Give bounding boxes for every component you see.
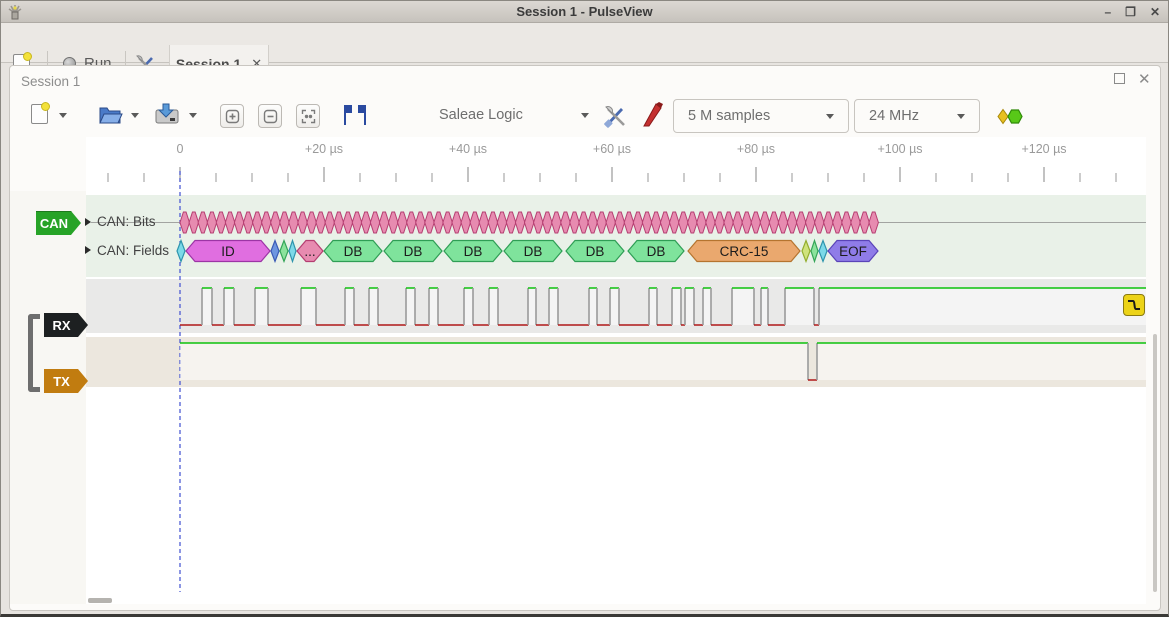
expander-can-bits[interactable] bbox=[85, 218, 91, 226]
zoom-fit-button[interactable] bbox=[296, 104, 320, 128]
dock-float-button[interactable] bbox=[1114, 73, 1125, 84]
device-dropdown-caret[interactable] bbox=[581, 113, 589, 118]
save-dropdown-caret[interactable] bbox=[189, 113, 197, 118]
new-session-file-button[interactable] bbox=[31, 104, 48, 124]
vertical-scrollbar[interactable] bbox=[1153, 334, 1157, 592]
zoom-out-button[interactable] bbox=[258, 104, 282, 128]
decoder-tag-label: CAN bbox=[40, 216, 68, 231]
window-title: Session 1 - PulseView bbox=[1, 4, 1168, 19]
trigger-probe-icon[interactable] bbox=[641, 102, 665, 128]
sample-count-value: 5 M samples bbox=[688, 108, 770, 124]
minimize-button[interactable]: – bbox=[1104, 5, 1111, 19]
trigger-marker-falling-edge-icon[interactable] bbox=[1123, 294, 1145, 316]
zoom-in-button[interactable] bbox=[220, 104, 244, 128]
title-bar[interactable]: Session 1 - PulseView – ❒ ✕ bbox=[1, 1, 1168, 23]
trace-label-column bbox=[10, 191, 86, 604]
main-toolbar: Run Session 1 ✕ bbox=[1, 23, 1168, 63]
row-label-can-bits[interactable]: CAN: Bits bbox=[97, 214, 156, 229]
decoder-band bbox=[86, 195, 1146, 277]
new-file-icon bbox=[31, 104, 48, 124]
show-cursors-button[interactable] bbox=[341, 104, 369, 126]
close-button[interactable]: ✕ bbox=[1150, 5, 1160, 19]
open-dropdown-caret[interactable] bbox=[131, 113, 139, 118]
device-config-icon[interactable] bbox=[603, 104, 627, 128]
sample-rate-value: 24 MHz bbox=[869, 108, 919, 124]
expander-can-fields[interactable] bbox=[85, 246, 91, 254]
rx-band bbox=[86, 279, 1146, 333]
sample-rate-combobox[interactable]: 24 MHz bbox=[854, 99, 980, 133]
tx-tag-label: TX bbox=[53, 374, 70, 389]
sample-rate-caret bbox=[957, 114, 965, 119]
sample-count-combobox[interactable]: 5 M samples bbox=[673, 99, 849, 133]
pulseview-window: Session 1 - PulseView – ❒ ✕ Run Session … bbox=[0, 0, 1169, 617]
device-selector[interactable]: Saleae Logic bbox=[439, 107, 523, 123]
open-file-button[interactable] bbox=[97, 102, 123, 126]
maximize-button[interactable]: ❒ bbox=[1125, 5, 1136, 19]
rx-tag-label: RX bbox=[52, 318, 70, 333]
dock-close-button[interactable]: ✕ bbox=[1138, 70, 1151, 88]
sample-count-caret bbox=[826, 114, 834, 119]
new-dropdown-caret[interactable] bbox=[59, 113, 67, 118]
tx-band bbox=[86, 337, 1146, 387]
horizontal-scrollbar[interactable] bbox=[88, 598, 112, 603]
row-label-can-fields[interactable]: CAN: Fields bbox=[97, 243, 169, 258]
channel-group-bracket[interactable] bbox=[28, 314, 40, 392]
save-button[interactable] bbox=[154, 102, 180, 126]
dock-title: Session 1 bbox=[21, 74, 80, 89]
add-decoder-button[interactable] bbox=[997, 108, 1023, 125]
